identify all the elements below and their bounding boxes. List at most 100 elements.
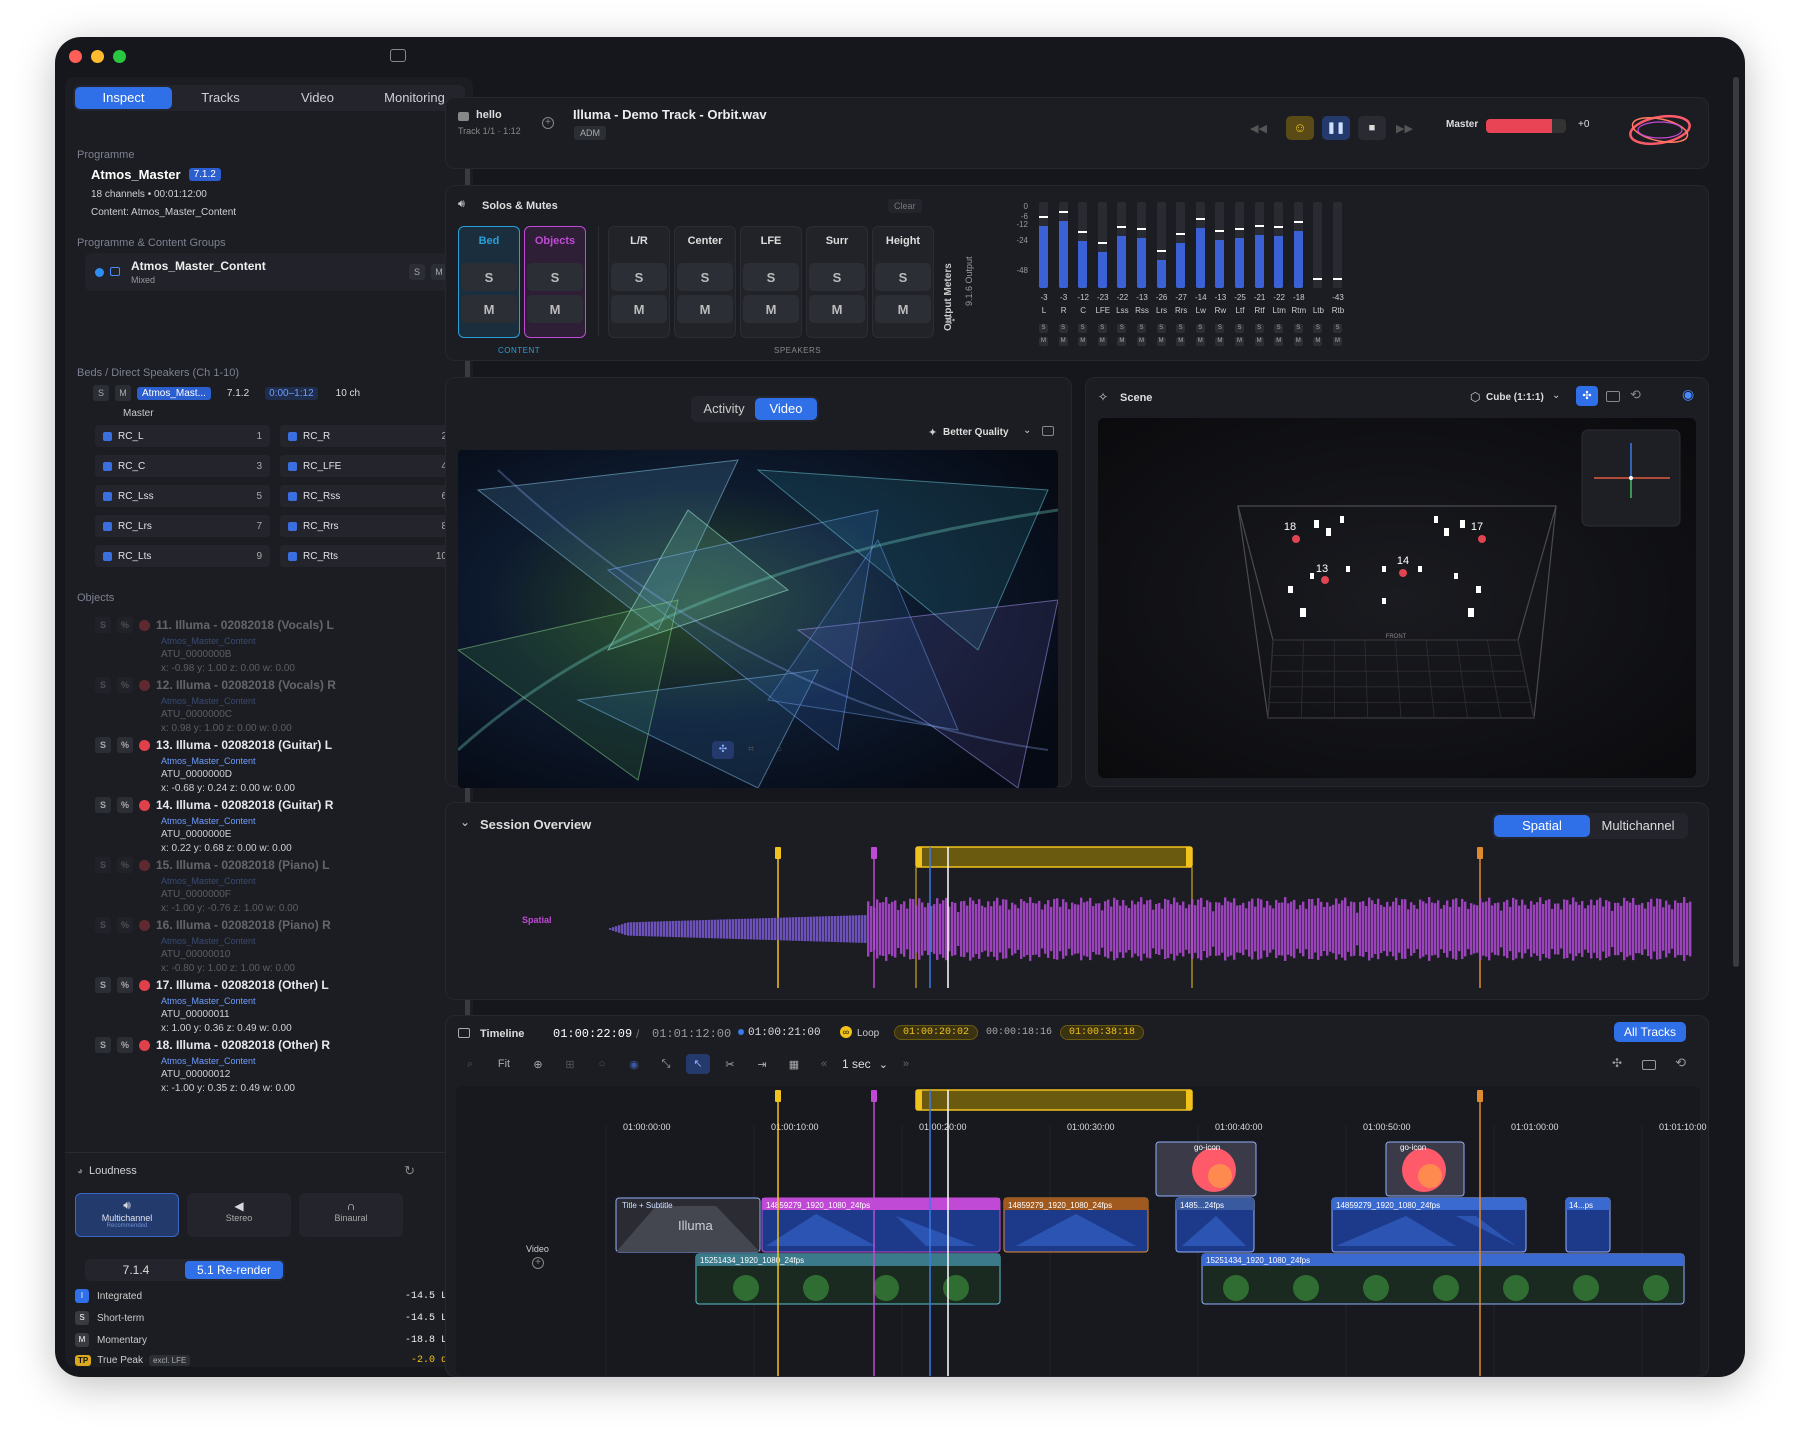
grid-snap-icon[interactable]: ▦ — [782, 1058, 806, 1071]
rotate-view-icon[interactable]: ⟲ — [1630, 387, 1641, 403]
fit-button[interactable]: Fit — [490, 1058, 518, 1070]
popout-icon[interactable] — [1042, 426, 1054, 436]
step-back-icon[interactable]: « — [814, 1058, 834, 1070]
mute-button[interactable]: M — [461, 295, 517, 323]
object-item[interactable]: S% 17. Illuma - 02082018 (Other) L Atmos_M… — [95, 977, 455, 1034]
clear-solos-button[interactable]: Clear — [888, 199, 922, 213]
chevron-down-icon[interactable]: ⌄ — [1023, 425, 1031, 436]
object-item[interactable]: S% 16. Illuma - 02082018 (Piano) R Atmos_M… — [95, 917, 455, 974]
mute-button[interactable]: M — [611, 295, 667, 323]
solo-button[interactable]: S — [527, 263, 583, 291]
loop-icon[interactable]: ∞ — [840, 1026, 852, 1038]
solo-button[interactable]: S — [743, 263, 799, 291]
group-solo-button[interactable]: S — [409, 264, 425, 280]
object-link-icon[interactable]: % — [117, 1037, 133, 1053]
scissors-icon[interactable]: ✂ — [718, 1058, 742, 1071]
format-5-1-rerender[interactable]: 5.1 Re-render — [185, 1261, 283, 1279]
close-window-button[interactable] — [69, 50, 82, 63]
move-view-button[interactable]: ✣ — [1576, 386, 1598, 406]
clip-title-subtitle[interactable]: Title + Subtitle — [622, 1201, 673, 1210]
meter-mute-button[interactable]: M — [1058, 337, 1068, 346]
circle-tool-icon[interactable]: ○ — [768, 741, 790, 759]
pointer-tool-icon[interactable]: ↖ — [686, 1054, 710, 1074]
meter-solo-button[interactable]: S — [1039, 324, 1048, 333]
scene-view-dropdown[interactable]: Cube (1:1:1) — [1486, 392, 1544, 403]
object-link-icon[interactable]: % — [117, 857, 133, 873]
mode-stereo[interactable]: ◀ Stereo — [187, 1193, 291, 1237]
mute-button[interactable]: M — [677, 295, 733, 323]
meter-mute-button[interactable]: M — [1293, 337, 1303, 346]
loop-in-timecode[interactable]: 01:00:20:02 — [894, 1025, 979, 1040]
meter-solo-button[interactable]: S — [1117, 324, 1127, 333]
minimize-window-button[interactable] — [91, 50, 104, 63]
solo-button[interactable]: S — [875, 263, 931, 291]
expand-icon[interactable]: ⤡ — [654, 1058, 678, 1071]
crop-tool-icon[interactable]: ⌗ — [740, 741, 762, 759]
bed-channel-4[interactable]: RC_LFE4 — [280, 455, 455, 477]
object-link-icon[interactable]: % — [117, 977, 133, 993]
meter-solo-button[interactable]: S — [1293, 324, 1303, 333]
meter-solo-button[interactable]: S — [1195, 324, 1205, 333]
bed-channel-5[interactable]: RC_Lss 5 — [95, 485, 270, 507]
timeline-tracks[interactable]: go-icon go-icon Title + Subtitle Illuma … — [456, 1086, 1700, 1376]
clip-go-icon-2[interactable]: go-icon — [1400, 1143, 1426, 1152]
object-solo-button[interactable]: S — [95, 737, 111, 753]
object-item[interactable]: S% 11. Illuma - 02082018 (Vocals) L Atmos_… — [95, 617, 455, 674]
clip-illuma-text[interactable]: Illuma — [678, 1218, 713, 1233]
frame-view-icon[interactable] — [1606, 391, 1620, 402]
grid-icon[interactable]: ⊞ — [558, 1058, 582, 1071]
clip-video-2[interactable]: 14859279_1920_1080_24fps — [1008, 1201, 1112, 1210]
eye-icon[interactable]: ◉ — [1682, 386, 1694, 403]
object-solo-button[interactable]: S — [95, 857, 111, 873]
object-link-icon[interactable]: % — [117, 617, 133, 633]
meter-mute-button[interactable]: M — [1137, 337, 1146, 346]
refresh-icon[interactable]: ↻ — [404, 1163, 415, 1179]
master-volume-slider[interactable] — [1486, 119, 1566, 133]
chevron-down-icon[interactable]: ⌄ — [879, 1058, 888, 1071]
meter-solo-button[interactable]: S — [1097, 324, 1107, 333]
meter-mute-button[interactable]: M — [1274, 337, 1284, 346]
object-solo-button[interactable]: S — [95, 1037, 111, 1053]
sidebar-toggle-icon[interactable] — [390, 49, 406, 62]
meter-solo-button[interactable]: S — [1176, 324, 1186, 333]
main-scrollbar[interactable] — [1733, 77, 1739, 967]
format-7-1-4[interactable]: 7.1.4 — [87, 1261, 185, 1279]
meter-mute-button[interactable]: M — [1039, 337, 1048, 346]
circle-icon[interactable]: ○ — [590, 1058, 614, 1070]
bed-channel-6[interactable]: RC_Rss6 — [280, 485, 455, 507]
meter-mute-button[interactable]: M — [1254, 337, 1264, 346]
step-forward-icon[interactable]: » — [896, 1058, 916, 1070]
mode-multichannel[interactable]: 🔊︎ Multichannel Recommended — [75, 1193, 179, 1237]
fast-forward-icon[interactable]: ▶▶ — [1396, 122, 1413, 135]
meter-solo-button[interactable]: S — [1137, 324, 1146, 333]
object-link-icon[interactable]: % — [117, 797, 133, 813]
clip-video-1[interactable]: 14859279_1920_1080_24fps — [766, 1201, 870, 1210]
zoom-window-button[interactable] — [113, 50, 126, 63]
target-icon[interactable]: ◉ — [622, 1058, 646, 1071]
solo-button[interactable]: S — [611, 263, 667, 291]
chevron-down-icon[interactable]: ⌄ — [460, 815, 470, 829]
object-item[interactable]: S% 15. Illuma - 02082018 (Piano) L Atmos_M… — [95, 857, 455, 914]
meter-mute-button[interactable]: M — [1078, 337, 1088, 346]
meter-mute-button[interactable]: M — [1313, 337, 1323, 346]
meter-solo-button[interactable]: S — [1156, 324, 1166, 333]
object-item[interactable]: S% 18. Illuma - 02082018 (Other) R Atmos_M… — [95, 1037, 455, 1094]
clip-video-6[interactable]: 15251434_1920_1080_24fps — [700, 1256, 804, 1265]
object-solo-button[interactable]: S — [95, 617, 111, 633]
move-icon[interactable]: ✣ — [946, 314, 955, 327]
object-item[interactable]: S% 12. Illuma - 02082018 (Vocals) R Atmos_… — [95, 677, 455, 734]
bed-channel-7[interactable]: RC_Lrs 7 — [95, 515, 270, 537]
bed-channel-10[interactable]: RC_Rts 10 — [280, 545, 455, 567]
clip-video-5[interactable]: 14...ps — [1569, 1201, 1593, 1210]
transform-tool-icon[interactable]: ✣ — [712, 741, 734, 759]
clip-go-icon-1[interactable]: go-icon — [1194, 1143, 1220, 1152]
meter-solo-button[interactable]: S — [1274, 324, 1284, 333]
solo-button[interactable]: S — [809, 263, 865, 291]
object-item[interactable]: S% 14. Illuma - 02082018 (Guitar) R Atmos_… — [95, 797, 455, 854]
meter-solo-button[interactable]: S — [1078, 324, 1088, 333]
meter-mute-button[interactable]: M — [1215, 337, 1225, 346]
record-arm-button[interactable]: ☺ — [1286, 116, 1314, 140]
tab-tracks[interactable]: Tracks — [172, 87, 269, 109]
mute-button[interactable]: M — [743, 295, 799, 323]
excl-lfe-chip[interactable]: excl. LFE — [149, 1355, 191, 1366]
